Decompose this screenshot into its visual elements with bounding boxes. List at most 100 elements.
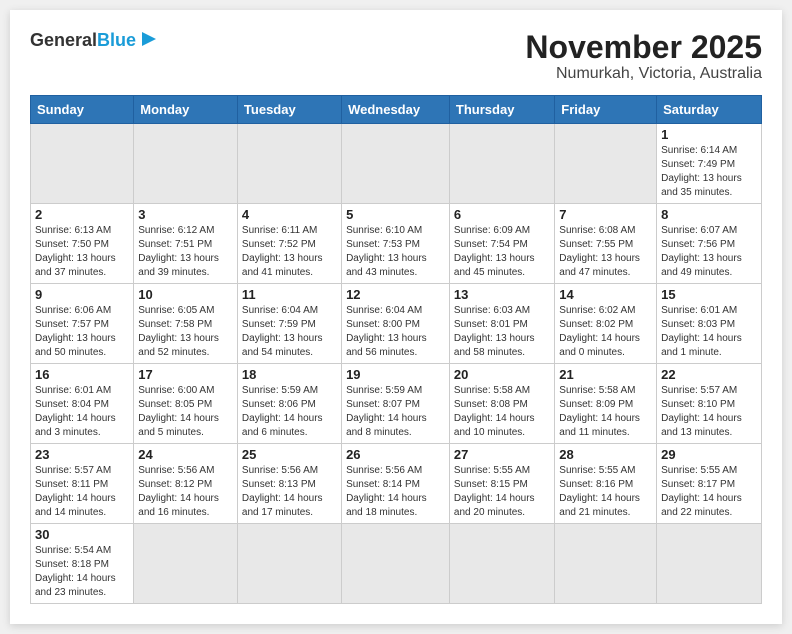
table-row: 23 Sunrise: 5:57 AM Sunset: 8:11 PM Dayli… (31, 444, 134, 524)
day-info: Sunrise: 6:11 AM Sunset: 7:52 PM Dayligh… (242, 224, 337, 280)
day-number: 29 (661, 447, 757, 462)
table-row: 17 Sunrise: 6:00 AM Sunset: 8:05 PM Dayli… (134, 364, 238, 444)
table-row: 5 Sunrise: 6:10 AM Sunset: 7:53 PM Daylig… (342, 204, 450, 284)
table-row: 15Sunrise: 6:01 AM Sunset: 8:03 PM Dayli… (657, 284, 762, 364)
table-row: 13 Sunrise: 6:03 AM Sunset: 8:01 PM Dayli… (449, 284, 554, 364)
day-number: 17 (138, 367, 233, 382)
day-number: 12 (346, 287, 445, 302)
table-row: 27 Sunrise: 5:55 AM Sunset: 8:15 PM Dayli… (449, 444, 554, 524)
day-number: 22 (661, 367, 757, 382)
table-row: 12 Sunrise: 6:04 AM Sunset: 8:00 PM Dayli… (342, 284, 450, 364)
day-number: 14 (559, 287, 652, 302)
table-row: 1 Sunrise: 6:14 AM Sunset: 7:49 PM Daylig… (657, 124, 762, 204)
table-row (657, 524, 762, 604)
day-info: Sunrise: 5:58 AM Sunset: 8:08 PM Dayligh… (454, 384, 550, 440)
table-row (342, 524, 450, 604)
day-number: 26 (346, 447, 445, 462)
header: GeneralBlue November 2025 Numurkah, Vict… (30, 30, 762, 83)
table-row: 24 Sunrise: 5:56 AM Sunset: 8:12 PM Dayli… (134, 444, 238, 524)
day-info: Sunrise: 6:07 AM Sunset: 7:56 PM Dayligh… (661, 224, 757, 280)
day-info: Sunrise: 5:55 AM Sunset: 8:16 PM Dayligh… (559, 464, 652, 520)
day-info: Sunrise: 5:58 AM Sunset: 8:09 PM Dayligh… (559, 384, 652, 440)
day-info: Sunrise: 5:57 AM Sunset: 8:10 PM Dayligh… (661, 384, 757, 440)
day-info: Sunrise: 6:14 AM Sunset: 7:49 PM Dayligh… (661, 144, 757, 200)
day-info: Sunrise: 5:57 AM Sunset: 8:11 PM Dayligh… (35, 464, 129, 520)
col-saturday: Saturday (657, 96, 762, 124)
day-number: 27 (454, 447, 550, 462)
table-row (449, 524, 554, 604)
day-number: 8 (661, 207, 757, 222)
calendar-table: Sunday Monday Tuesday Wednesday Thursday… (30, 95, 762, 604)
table-row: 21 Sunrise: 5:58 AM Sunset: 8:09 PM Dayli… (555, 364, 657, 444)
calendar-week-row: 9Sunrise: 6:06 AM Sunset: 7:57 PM Daylig… (31, 284, 762, 364)
day-number: 13 (454, 287, 550, 302)
day-info: Sunrise: 6:00 AM Sunset: 8:05 PM Dayligh… (138, 384, 233, 440)
day-number: 20 (454, 367, 550, 382)
day-info: Sunrise: 6:10 AM Sunset: 7:53 PM Dayligh… (346, 224, 445, 280)
day-number: 5 (346, 207, 445, 222)
day-info: Sunrise: 5:54 AM Sunset: 8:18 PM Dayligh… (35, 544, 129, 600)
day-number: 10 (138, 287, 233, 302)
table-row: 22 Sunrise: 5:57 AM Sunset: 8:10 PM Dayli… (657, 364, 762, 444)
day-number: 23 (35, 447, 129, 462)
table-row (134, 524, 238, 604)
day-info: Sunrise: 5:59 AM Sunset: 8:06 PM Dayligh… (242, 384, 337, 440)
day-number: 24 (138, 447, 233, 462)
table-row: 29 Sunrise: 5:55 AM Sunset: 8:17 PM Dayli… (657, 444, 762, 524)
day-info: Sunrise: 6:05 AM Sunset: 7:58 PM Dayligh… (138, 304, 233, 360)
calendar-week-row: 1 Sunrise: 6:14 AM Sunset: 7:49 PM Daylig… (31, 124, 762, 204)
col-wednesday: Wednesday (342, 96, 450, 124)
calendar-week-row: 23 Sunrise: 5:57 AM Sunset: 8:11 PM Dayli… (31, 444, 762, 524)
page: GeneralBlue November 2025 Numurkah, Vict… (10, 10, 782, 624)
table-row: 26 Sunrise: 5:56 AM Sunset: 8:14 PM Dayli… (342, 444, 450, 524)
col-monday: Monday (134, 96, 238, 124)
day-info: Sunrise: 6:02 AM Sunset: 8:02 PM Dayligh… (559, 304, 652, 360)
calendar-header-row: Sunday Monday Tuesday Wednesday Thursday… (31, 96, 762, 124)
day-info: Sunrise: 6:03 AM Sunset: 8:01 PM Dayligh… (454, 304, 550, 360)
table-row: 3 Sunrise: 6:12 AM Sunset: 7:51 PM Daylig… (134, 204, 238, 284)
title-block: November 2025 Numurkah, Victoria, Austra… (525, 30, 762, 83)
page-subtitle: Numurkah, Victoria, Australia (525, 65, 762, 83)
table-row: 7Sunrise: 6:08 AM Sunset: 7:55 PM Daylig… (555, 204, 657, 284)
day-number: 18 (242, 367, 337, 382)
day-info: Sunrise: 6:04 AM Sunset: 7:59 PM Dayligh… (242, 304, 337, 360)
day-info: Sunrise: 5:56 AM Sunset: 8:12 PM Dayligh… (138, 464, 233, 520)
logo-text: GeneralBlue (30, 31, 136, 49)
logo: GeneralBlue (30, 30, 160, 50)
day-info: Sunrise: 5:59 AM Sunset: 8:07 PM Dayligh… (346, 384, 445, 440)
logo-icon (138, 28, 160, 50)
day-info: Sunrise: 5:55 AM Sunset: 8:17 PM Dayligh… (661, 464, 757, 520)
day-number: 15 (661, 287, 757, 302)
day-number: 16 (35, 367, 129, 382)
day-info: Sunrise: 6:12 AM Sunset: 7:51 PM Dayligh… (138, 224, 233, 280)
table-row (31, 124, 134, 204)
table-row: 30 Sunrise: 5:54 AM Sunset: 8:18 PM Dayli… (31, 524, 134, 604)
table-row: 25Sunrise: 5:56 AM Sunset: 8:13 PM Dayli… (237, 444, 341, 524)
col-friday: Friday (555, 96, 657, 124)
day-number: 4 (242, 207, 337, 222)
table-row (237, 124, 341, 204)
table-row: 4 Sunrise: 6:11 AM Sunset: 7:52 PM Daylig… (237, 204, 341, 284)
day-number: 9 (35, 287, 129, 302)
calendar-week-row: 2Sunrise: 6:13 AM Sunset: 7:50 PM Daylig… (31, 204, 762, 284)
day-info: Sunrise: 6:01 AM Sunset: 8:04 PM Dayligh… (35, 384, 129, 440)
day-info: Sunrise: 6:04 AM Sunset: 8:00 PM Dayligh… (346, 304, 445, 360)
day-info: Sunrise: 6:13 AM Sunset: 7:50 PM Dayligh… (35, 224, 129, 280)
day-info: Sunrise: 5:56 AM Sunset: 8:14 PM Dayligh… (346, 464, 445, 520)
table-row (237, 524, 341, 604)
day-number: 3 (138, 207, 233, 222)
day-number: 6 (454, 207, 550, 222)
table-row: 20 Sunrise: 5:58 AM Sunset: 8:08 PM Dayli… (449, 364, 554, 444)
table-row: 6Sunrise: 6:09 AM Sunset: 7:54 PM Daylig… (449, 204, 554, 284)
page-title: November 2025 (525, 30, 762, 65)
day-number: 21 (559, 367, 652, 382)
table-row: 18 Sunrise: 5:59 AM Sunset: 8:06 PM Dayli… (237, 364, 341, 444)
calendar-week-row: 16 Sunrise: 6:01 AM Sunset: 8:04 PM Dayli… (31, 364, 762, 444)
table-row: 28Sunrise: 5:55 AM Sunset: 8:16 PM Dayli… (555, 444, 657, 524)
table-row: 19Sunrise: 5:59 AM Sunset: 8:07 PM Dayli… (342, 364, 450, 444)
table-row: 14 Sunrise: 6:02 AM Sunset: 8:02 PM Dayli… (555, 284, 657, 364)
day-number: 30 (35, 527, 129, 542)
table-row: 2Sunrise: 6:13 AM Sunset: 7:50 PM Daylig… (31, 204, 134, 284)
day-info: Sunrise: 5:55 AM Sunset: 8:15 PM Dayligh… (454, 464, 550, 520)
day-number: 1 (661, 127, 757, 142)
